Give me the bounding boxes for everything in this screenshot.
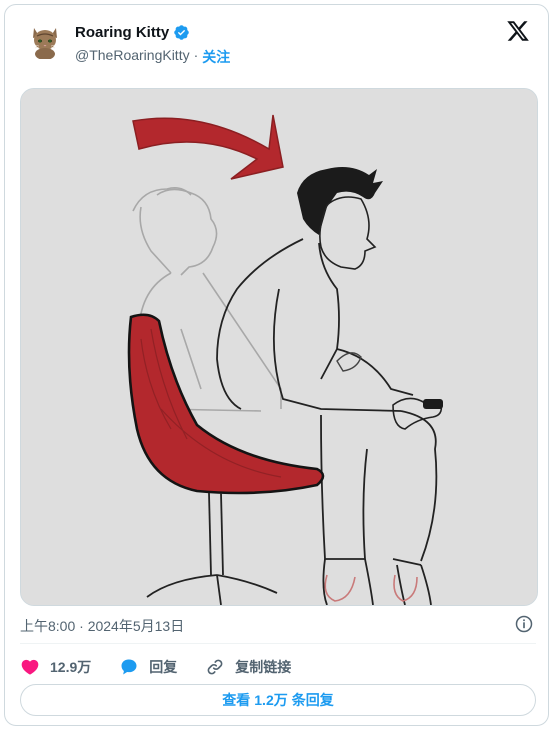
author-handle-row: @TheRoaringKitty · 关注 (75, 47, 230, 67)
view-replies-suffix: 条回复 (291, 692, 334, 708)
link-icon (207, 659, 223, 675)
view-replies-button[interactable]: 查看 1.2万 条回复 (20, 684, 536, 716)
info-icon[interactable] (514, 614, 534, 634)
heart-icon (21, 659, 39, 675)
divider (20, 643, 536, 644)
reply-label: 回复 (149, 659, 178, 675)
like-count: 12.9万 (50, 659, 92, 675)
cat-avatar[interactable] (25, 19, 65, 59)
reply-bubble-icon (121, 659, 137, 675)
author-handle[interactable]: @TheRoaringKitty (75, 47, 190, 67)
author-name-row: Roaring Kitty (75, 24, 190, 41)
view-replies-count: 1.2万 (254, 692, 288, 708)
view-replies-prefix: 查看 (222, 692, 251, 708)
tweet-timestamp[interactable]: 上午8:00 · 2024年5月13日 (20, 616, 184, 636)
separator-dot: · (193, 47, 199, 63)
timestamp-row: 上午8:00 · 2024年5月13日 (20, 614, 536, 634)
copy-link-label: 复制链接 (235, 659, 292, 675)
tweet-image[interactable] (20, 88, 538, 606)
follow-button[interactable]: 关注 (202, 47, 230, 67)
verified-badge-icon (174, 25, 189, 40)
x-logo-icon[interactable] (506, 19, 530, 43)
reply-button[interactable]: 回复 (119, 657, 177, 677)
like-button[interactable]: 12.9万 (20, 657, 91, 677)
sketch-illustration (21, 89, 537, 605)
action-bar: 12.9万 回复 复制链接 (20, 653, 291, 681)
copy-link-button[interactable]: 复制链接 (205, 657, 291, 677)
author-name[interactable]: Roaring Kitty (75, 24, 169, 41)
tweet-card: Roaring Kitty @TheRoaringKitty · 关注 上午8:… (4, 4, 549, 726)
